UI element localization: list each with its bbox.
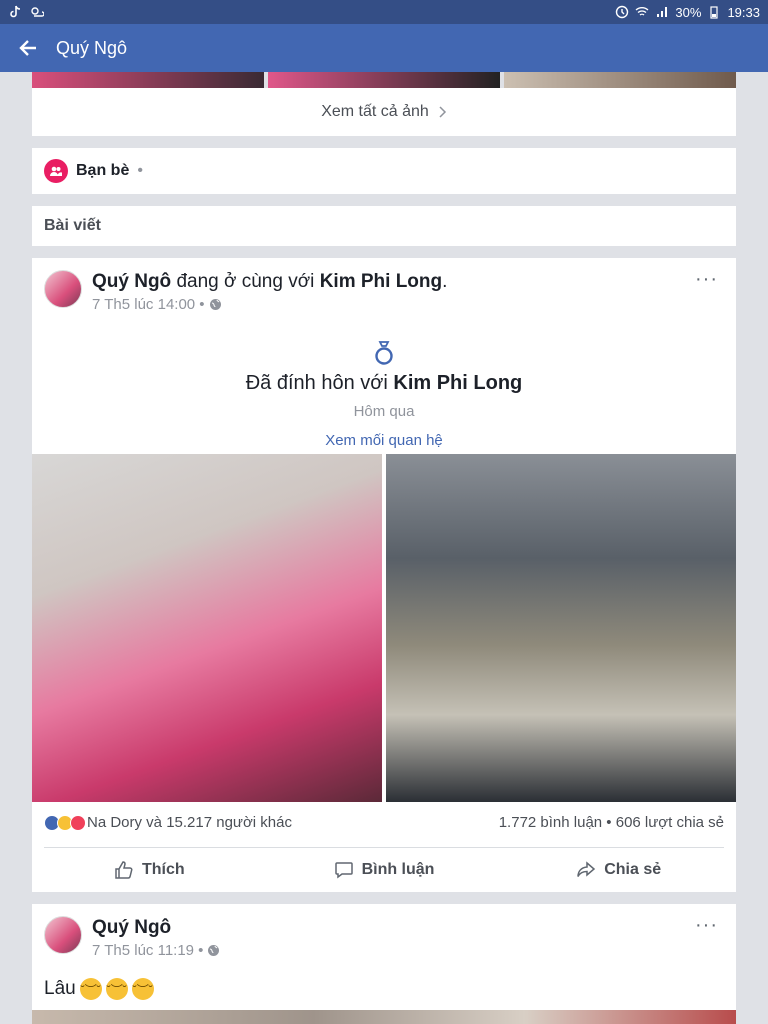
post-card: Quý Ngô đang ở cùng với Kim Phi Long. 7 … bbox=[32, 258, 736, 892]
see-all-photos-link[interactable]: Xem tất cả ảnh bbox=[32, 88, 736, 136]
weather-icon bbox=[31, 7, 44, 17]
battery-level: 30% bbox=[675, 4, 702, 20]
love-reaction-icon bbox=[70, 814, 86, 831]
author-name[interactable]: Quý Ngô bbox=[92, 917, 171, 938]
clock: 19:33 bbox=[727, 4, 760, 20]
sad-emoji-icon: ˘︶˘ bbox=[79, 978, 102, 1000]
share-label: Chia sẻ bbox=[604, 861, 662, 878]
post-text: Lâu ˘︶˘ ˘︶˘ ˘︶˘ bbox=[44, 978, 154, 1000]
life-event-prefix: Đã đính hôn với bbox=[245, 372, 388, 394]
divider bbox=[44, 847, 724, 848]
reactions-bar: Na Dory và 15.217 người khác 1.772 bình … bbox=[44, 814, 724, 831]
post-author-line: Quý Ngô bbox=[92, 916, 220, 940]
comment-icon bbox=[334, 862, 353, 879]
back-button[interactable] bbox=[16, 36, 40, 60]
friends-icon bbox=[44, 159, 68, 183]
post-timestamp[interactable]: 7 Th5 lúc 11:19 • bbox=[92, 942, 203, 959]
photo-strip bbox=[32, 72, 736, 88]
friends-section[interactable]: Bạn bè • bbox=[32, 148, 736, 194]
reaction-icons[interactable] bbox=[44, 814, 86, 831]
sync-icon bbox=[616, 5, 629, 19]
posts-label: Bài viết bbox=[44, 217, 101, 234]
comment-label: Bình luận bbox=[361, 861, 435, 878]
globe-icon bbox=[208, 945, 220, 956]
wifi-icon bbox=[635, 7, 649, 16]
friends-dot: • bbox=[137, 162, 143, 179]
post-author-line: Quý Ngô đang ở cùng với Kim Phi Long. bbox=[92, 270, 447, 294]
share-icon bbox=[577, 861, 596, 877]
photo-thumb[interactable] bbox=[504, 72, 736, 88]
avatar[interactable] bbox=[44, 916, 82, 954]
life-event-date: Hôm qua bbox=[353, 403, 415, 420]
status-bar: 30% 19:33 bbox=[0, 0, 768, 24]
post-card: Quý Ngô 7 Th5 lúc 11:19 • ··· Lâu ˘︶˘ ˘︶… bbox=[32, 904, 736, 1024]
globe-icon bbox=[209, 299, 221, 310]
signal-icon bbox=[657, 7, 668, 17]
author-name[interactable]: Quý Ngô bbox=[92, 271, 171, 292]
life-event-name[interactable]: Kim Phi Long bbox=[393, 372, 522, 394]
post-header: Quý Ngô đang ở cùng với Kim Phi Long. 7 … bbox=[44, 270, 447, 313]
like-icon bbox=[115, 861, 133, 879]
back-arrow-icon bbox=[19, 40, 36, 56]
post-photo[interactable] bbox=[32, 1010, 736, 1024]
post-photos bbox=[32, 454, 736, 802]
period: . bbox=[442, 271, 448, 292]
post-timestamp[interactable]: 7 Th5 lúc 14:00 • bbox=[92, 296, 205, 313]
see-relationship-link[interactable]: Xem mối quan hệ bbox=[32, 432, 736, 449]
see-all-label: Xem tất cả ảnh bbox=[321, 103, 429, 120]
post-photo[interactable] bbox=[32, 454, 382, 802]
life-event-title: Đã đính hôn với Kim Phi Long bbox=[32, 372, 736, 395]
tiktok-icon bbox=[10, 5, 21, 18]
app-bar: Quý Ngô bbox=[0, 24, 768, 72]
more-options-button[interactable]: ··· bbox=[695, 914, 718, 937]
post-header: Quý Ngô 7 Th5 lúc 11:19 • bbox=[44, 916, 220, 959]
post-meta: 7 Th5 lúc 14:00 • bbox=[92, 296, 447, 313]
avatar[interactable] bbox=[44, 270, 82, 308]
ring-icon bbox=[375, 341, 393, 365]
like-label: Thích bbox=[142, 861, 185, 878]
with-text: đang ở cùng với bbox=[176, 271, 315, 292]
battery-icon bbox=[710, 6, 719, 19]
like-button[interactable]: Thích bbox=[32, 854, 267, 886]
sad-emoji-icon: ˘︶˘ bbox=[105, 978, 128, 1000]
life-event: Đã đính hôn với Kim Phi Long Hôm qua Xem… bbox=[32, 340, 736, 449]
post-body: Lâu bbox=[44, 978, 76, 999]
share-button[interactable]: Chia sẻ bbox=[501, 854, 736, 886]
post-actions: Thích Bình luận Chia sẻ bbox=[32, 854, 736, 886]
posts-section-header: Bài viết bbox=[32, 206, 736, 246]
comment-button[interactable]: Bình luận bbox=[267, 854, 502, 886]
chevron-right-icon bbox=[439, 106, 446, 118]
reactions-count[interactable]: Na Dory và 15.217 người khác bbox=[87, 814, 292, 831]
comments-shares-count[interactable]: 1.772 bình luận • 606 lượt chia sẻ bbox=[499, 814, 724, 831]
photo-thumb[interactable] bbox=[32, 72, 264, 88]
more-options-button[interactable]: ··· bbox=[695, 268, 718, 291]
sad-emoji-icon: ˘︶˘ bbox=[131, 978, 154, 1000]
photo-thumb[interactable] bbox=[268, 72, 500, 88]
page-title: Quý Ngô bbox=[56, 37, 128, 58]
post-photo[interactable] bbox=[386, 454, 736, 802]
tagged-name[interactable]: Kim Phi Long bbox=[320, 271, 442, 292]
post-meta: 7 Th5 lúc 11:19 • bbox=[92, 942, 220, 959]
friends-label: Bạn bè bbox=[76, 162, 130, 179]
